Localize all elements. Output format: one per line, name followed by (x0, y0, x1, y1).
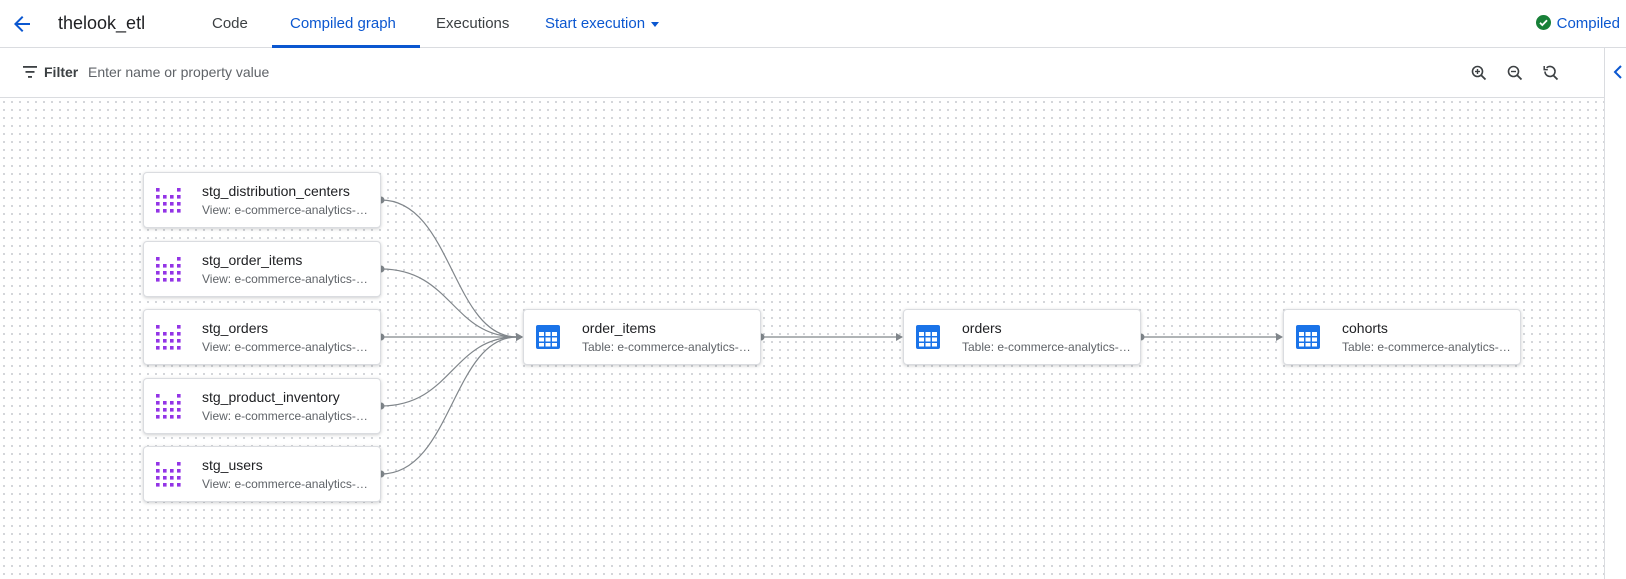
graph-edge (380, 336, 518, 475)
view-icon (155, 256, 181, 282)
top-bar: thelook_etl Code Compiled graph Executio… (0, 0, 1626, 48)
graph-node-cohorts[interactable]: cohorts Table: e-commerce-analytics-… (1283, 309, 1521, 365)
filter-input[interactable] (88, 60, 588, 84)
node-name: stg_order_items (202, 252, 303, 268)
table-icon (535, 324, 561, 350)
node-name: cohorts (1342, 320, 1388, 336)
node-description: Table: e-commerce-analytics-… (1342, 340, 1511, 354)
view-icon (155, 324, 181, 350)
node-name: stg_distribution_centers (202, 183, 350, 199)
filter-list-icon[interactable] (22, 65, 38, 79)
view-icon (155, 393, 181, 419)
graph-edge (380, 268, 518, 338)
tab-executions[interactable]: Executions (436, 15, 509, 32)
node-description: Table: e-commerce-analytics-… (962, 340, 1131, 354)
filter-bar: Filter (0, 48, 1604, 98)
status-label: Compiled (1556, 15, 1620, 32)
zoom-reset-icon[interactable] (1542, 64, 1560, 82)
edge-arrowhead (1276, 333, 1283, 341)
view-icon (155, 187, 181, 213)
node-description: View: e-commerce-analytics-3… (202, 409, 372, 423)
graph-node-stg-product-inventory[interactable]: stg_product_inventory View: e-commerce-an… (143, 378, 381, 434)
table-icon (1295, 324, 1321, 350)
compile-status: Compiled (1535, 15, 1620, 32)
table-icon (915, 324, 941, 350)
node-description: Table: e-commerce-analytics-… (582, 340, 751, 354)
tab-compiled-graph[interactable]: Compiled graph (290, 15, 396, 32)
check-circle-icon (1535, 15, 1551, 30)
graph-edge (380, 199, 518, 338)
graph-node-stg-users[interactable]: stg_users View: e-commerce-analytics-3… (143, 446, 381, 502)
edge-arrowhead (516, 333, 523, 341)
start-execution-button[interactable]: Start execution (545, 15, 660, 32)
graph-node-order-items[interactable]: order_items Table: e-commerce-analytics-… (523, 309, 761, 365)
view-icon (155, 461, 181, 487)
dropdown-arrow-icon (651, 21, 660, 27)
zoom-out-icon[interactable] (1506, 64, 1524, 82)
tab-code[interactable]: Code (212, 15, 248, 32)
side-panel-rail (1604, 48, 1626, 579)
graph-canvas[interactable]: stg_distribution_centers View: e-commerce… (0, 98, 1604, 579)
arrow-back-icon[interactable] (10, 12, 34, 36)
graph-node-stg-orders[interactable]: stg_orders View: e-commerce-analytics-3… (143, 309, 381, 365)
graph-node-orders[interactable]: orders Table: e-commerce-analytics-… (903, 309, 1141, 365)
node-name: stg_orders (202, 320, 269, 336)
node-description: View: e-commerce-analytics-3… (202, 203, 372, 217)
chevron-left-icon[interactable] (1611, 63, 1625, 81)
node-description: View: e-commerce-analytics-3… (202, 340, 372, 354)
graph-node-stg-distribution-centers[interactable]: stg_distribution_centers View: e-commerce… (143, 172, 381, 228)
node-name: stg_users (202, 457, 263, 473)
node-description: View: e-commerce-analytics-3… (202, 272, 372, 286)
edge-arrowhead (896, 333, 903, 341)
graph-node-stg-order-items[interactable]: stg_order_items View: e-commerce-analytic… (143, 241, 381, 297)
start-execution-label: Start execution (545, 15, 646, 32)
node-name: orders (962, 320, 1002, 336)
node-name: stg_product_inventory (202, 389, 340, 405)
node-name: order_items (582, 320, 656, 336)
graph-edge (380, 336, 518, 407)
filter-label[interactable]: Filter (44, 64, 78, 80)
zoom-in-icon[interactable] (1470, 64, 1488, 82)
page-title: thelook_etl (58, 13, 146, 33)
node-description: View: e-commerce-analytics-3… (202, 477, 372, 491)
